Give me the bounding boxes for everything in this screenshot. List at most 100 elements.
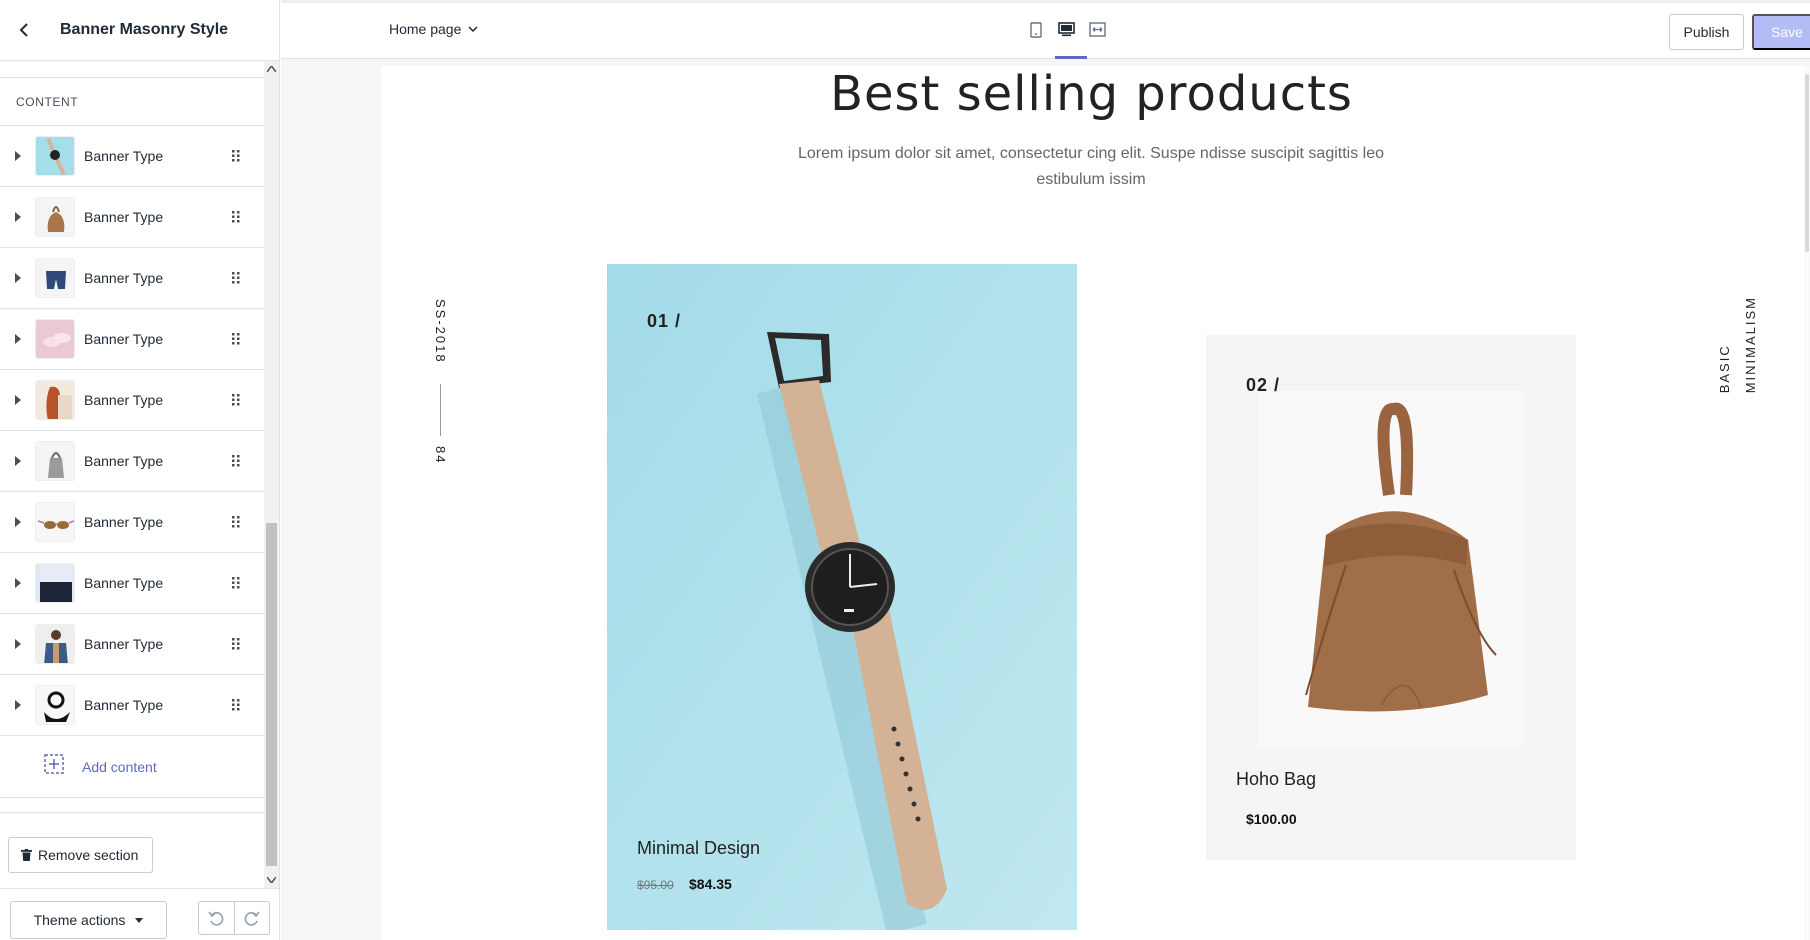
tagline-line-2: MINIMALISM (1743, 296, 1758, 394)
drag-handle-icon[interactable] (226, 577, 246, 589)
scroll-down-icon[interactable] (267, 875, 276, 884)
watch-image (607, 264, 1077, 930)
chevron-left-icon (19, 23, 28, 37)
expand-caret-icon[interactable] (12, 639, 24, 649)
undo-icon (208, 911, 224, 926)
block-thumbnail (35, 624, 75, 664)
block-label: Banner Type (84, 453, 164, 469)
product-price: $84.35 (689, 876, 732, 892)
expand-caret-icon[interactable] (12, 456, 24, 466)
section-subtext: Lorem ipsum dolor sit amet, consectetur … (797, 145, 1385, 188)
save-button[interactable]: Save (1752, 14, 1810, 50)
block-row[interactable]: Banner Type (0, 431, 264, 492)
block-thumbnail (35, 563, 75, 603)
drag-handle-icon[interactable] (226, 394, 246, 406)
drag-handle-icon[interactable] (226, 455, 246, 467)
block-row[interactable]: Banner Type (0, 248, 264, 309)
block-label: Banner Type (84, 148, 164, 164)
caret-down-icon (135, 917, 144, 923)
fullwidth-view-button[interactable] (1089, 21, 1106, 38)
sidebar-divider (0, 798, 264, 813)
drag-handle-icon[interactable] (226, 150, 246, 162)
block-row[interactable]: Banner Type (0, 492, 264, 553)
scroll-up-icon[interactable] (267, 64, 276, 73)
block-thumbnail (35, 258, 75, 298)
expand-caret-icon[interactable] (12, 273, 24, 283)
redo-icon (244, 911, 260, 926)
editor-topbar: Home page Publish Save (281, 0, 1810, 59)
trash-icon (21, 849, 32, 861)
block-row[interactable]: Banner Type (0, 187, 264, 248)
block-row[interactable]: Banner Type (0, 126, 264, 187)
block-thumbnail (35, 319, 75, 359)
block-label: Banner Type (84, 209, 164, 225)
content-section-label: CONTENT (0, 78, 264, 126)
block-thumbnail (35, 197, 75, 237)
expand-caret-icon[interactable] (12, 212, 24, 222)
block-thumbnail (35, 380, 75, 420)
sidebar-scrollbar[interactable] (264, 61, 279, 888)
drag-handle-icon[interactable] (226, 211, 246, 223)
block-row[interactable]: Banner Type (0, 309, 264, 370)
product-index: 02 / (1246, 375, 1281, 395)
redo-button[interactable] (235, 902, 270, 934)
store-preview: Best selling products Lorem ipsum dolor … (381, 66, 1810, 940)
drag-handle-icon[interactable] (226, 272, 246, 284)
sidebar-scroll-area: CONTENT Banner Type Banner Type Banner T… (0, 61, 264, 888)
sidebar-header: Banner Masonry Style (0, 0, 279, 61)
preview-scrollbar-thumb[interactable] (1805, 74, 1809, 252)
expand-caret-icon[interactable] (12, 578, 24, 588)
block-thumbnail (35, 502, 75, 542)
add-content-button[interactable]: Add content (0, 736, 264, 798)
sidebar-footer: Theme actions (0, 888, 279, 940)
expand-caret-icon[interactable] (12, 151, 24, 161)
theme-actions-button[interactable]: Theme actions (10, 901, 167, 939)
product-compare-price: $95.00 (637, 878, 674, 892)
expand-caret-icon[interactable] (12, 395, 24, 405)
product-index: 01 / (647, 311, 682, 331)
expand-caret-icon[interactable] (12, 517, 24, 527)
product-price: $100.00 (1246, 811, 1297, 827)
chevron-down-icon (468, 26, 478, 32)
drag-handle-icon[interactable] (226, 638, 246, 650)
undo-button[interactable] (199, 902, 235, 934)
block-row[interactable]: Banner Type (0, 370, 264, 431)
season-number: 84 (433, 446, 448, 465)
block-label: Banner Type (84, 331, 164, 347)
section-heading: Best selling products (830, 66, 1353, 122)
block-row[interactable]: Banner Type (0, 553, 264, 614)
mobile-view-button[interactable] (1027, 21, 1044, 38)
product-name[interactable]: Hoho Bag (1236, 769, 1316, 790)
page-selector[interactable]: Home page (389, 21, 478, 37)
block-row[interactable]: Banner Type (0, 675, 264, 736)
add-block-icon (44, 754, 64, 779)
block-label: Banner Type (84, 636, 164, 652)
expand-caret-icon[interactable] (12, 334, 24, 344)
mobile-icon (1029, 21, 1042, 38)
scrollbar-thumb[interactable] (266, 523, 277, 866)
tagline-vertical: BASIC MINIMALISM (1712, 296, 1764, 393)
block-label: Banner Type (84, 514, 164, 530)
block-thumbnail (35, 136, 75, 176)
block-label: Banner Type (84, 575, 164, 591)
drag-handle-icon[interactable] (226, 333, 246, 345)
product-card-bag[interactable]: 02 / Hoho Bag $100.00 (1206, 335, 1576, 860)
add-content-label: Add content (82, 758, 157, 775)
product-name[interactable]: Minimal Design (637, 838, 760, 859)
block-thumbnail (35, 685, 75, 725)
vertical-divider (440, 384, 441, 436)
preview-scrollbar[interactable] (1804, 66, 1810, 940)
desktop-view-button[interactable] (1058, 21, 1075, 38)
remove-section-button[interactable]: Remove section (8, 837, 154, 873)
publish-button[interactable]: Publish (1669, 14, 1744, 50)
block-thumbnail (35, 441, 75, 481)
expand-caret-icon[interactable] (12, 700, 24, 710)
product-card-watch[interactable]: 01 / Minimal Design $95.00 $84.35 (607, 264, 1077, 930)
undo-redo-group (198, 901, 270, 935)
fullwidth-icon (1089, 22, 1106, 37)
back-button[interactable] (14, 20, 34, 40)
block-row[interactable]: Banner Type (0, 614, 264, 675)
drag-handle-icon[interactable] (226, 516, 246, 528)
drag-handle-icon[interactable] (226, 699, 246, 711)
editor-sidebar: Banner Masonry Style CONTENT Banner Type… (0, 0, 280, 940)
